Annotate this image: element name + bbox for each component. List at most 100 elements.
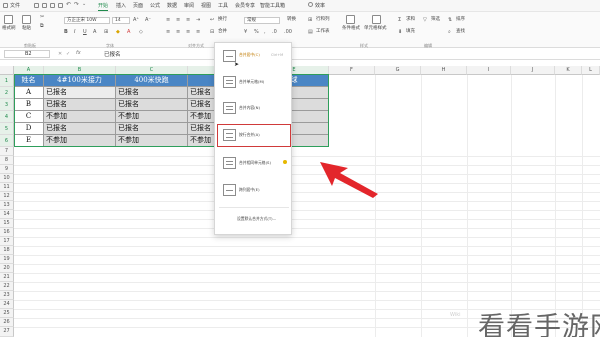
confirm-icon[interactable]: ✓ [66, 51, 70, 57]
col-header-k[interactable]: K [555, 66, 582, 75]
row-header-25[interactable]: 25 [0, 309, 14, 318]
row-header-3[interactable]: 3 [0, 99, 14, 111]
tab-efficiency[interactable]: 效率 [315, 2, 325, 10]
row-header-7[interactable]: 7 [0, 147, 14, 156]
row-header-16[interactable]: 16 [0, 228, 14, 237]
row-header-4[interactable]: 4 [0, 111, 14, 123]
menu-item-merge-cells[interactable]: 合并单元格(M) [217, 72, 291, 92]
align-top-icon[interactable]: ≡ [166, 17, 170, 23]
col-header-i[interactable]: I [467, 66, 511, 75]
merge-button[interactable]: 合并 [218, 29, 227, 35]
wrap-icon[interactable]: ↩ [210, 17, 214, 23]
copy-icon[interactable]: ⧉ [40, 23, 44, 29]
formula-input[interactable]: 已报名 [104, 50, 121, 58]
decimal-inc-icon[interactable]: .0 [272, 29, 277, 35]
italic-icon[interactable]: I [74, 29, 75, 35]
menu-item-merge-content[interactable]: 合并内容(N) [217, 98, 291, 118]
align-bottom-icon[interactable]: ≡ [186, 17, 190, 23]
indent-icon[interactable]: ⇥ [196, 17, 200, 23]
save-icon[interactable] [34, 3, 39, 8]
menu-item-merge-center[interactable]: 合并居中(C) Ctrl+M [217, 47, 291, 65]
menu-item-merge-same[interactable]: 合并相同单元格(S) [217, 153, 291, 173]
row-header-2[interactable]: 2 [0, 87, 14, 99]
sort-icon[interactable]: ⇅ [448, 17, 452, 23]
paste-label[interactable]: 粘贴 [22, 26, 31, 32]
format-painter-label[interactable]: 格式刷 [2, 26, 16, 32]
row-header-6[interactable]: 6 [0, 135, 14, 147]
merge-icon[interactable]: ⊟ [210, 29, 214, 35]
row-header-14[interactable]: 14 [0, 210, 14, 219]
underline-icon[interactable]: U [83, 29, 87, 35]
fill-color-icon[interactable]: ◆ [116, 29, 120, 35]
row-header-22[interactable]: 22 [0, 282, 14, 291]
row-header-26[interactable]: 26 [0, 318, 14, 327]
row-header-9[interactable]: 9 [0, 165, 14, 174]
rows-cols-button[interactable]: 行和列 [316, 17, 330, 23]
rows-cols-icon[interactable]: ⊞ [308, 17, 312, 23]
row-header-13[interactable]: 13 [0, 201, 14, 210]
worksheet-button[interactable]: 工作表 [316, 29, 330, 35]
tab-smart-tools[interactable]: 智能工具箱 [260, 2, 285, 10]
font-name-select[interactable]: 方正正宋 10W [64, 17, 110, 24]
col-header-g[interactable]: G [375, 66, 421, 75]
paste-icon[interactable] [22, 15, 31, 24]
app-menu-icon[interactable] [3, 3, 8, 8]
find-icon[interactable]: ⌕ [448, 29, 451, 35]
col-header-h[interactable]: H [421, 66, 467, 75]
export-icon[interactable] [58, 3, 63, 8]
tab-review[interactable]: 审阅 [184, 2, 194, 10]
font-shrink-icon[interactable]: A⁻ [145, 17, 151, 23]
fx-icon[interactable]: fx [76, 50, 81, 56]
search-icon[interactable] [308, 2, 313, 7]
file-menu[interactable]: 文件 [10, 2, 20, 10]
filter-icon[interactable]: ▽ [423, 17, 427, 23]
font-color-icon[interactable]: A [127, 29, 130, 35]
more-icon[interactable]: ⌄ [82, 1, 86, 7]
row-header-10[interactable]: 10 [0, 174, 14, 183]
currency-icon[interactable]: ¥ [244, 29, 247, 35]
row-header-20[interactable]: 20 [0, 264, 14, 273]
font-size-select[interactable]: 14 [112, 17, 130, 24]
justify-icon[interactable]: ≡ [196, 29, 200, 35]
row-header-11[interactable]: 11 [0, 183, 14, 192]
tab-home[interactable]: 开始 [98, 2, 109, 11]
align-left-icon[interactable]: ≡ [166, 29, 170, 35]
row-header-5[interactable]: 5 [0, 123, 14, 135]
menu-item-default-merge-setting[interactable]: 设置默认合并方式(T)... [217, 212, 291, 226]
percent-icon[interactable]: % [254, 29, 259, 35]
decimal-dec-icon[interactable]: .00 [284, 29, 292, 35]
format-painter-icon[interactable] [4, 15, 13, 24]
sum-icon[interactable]: Σ [398, 17, 401, 23]
print-icon[interactable] [42, 3, 47, 8]
row-header-18[interactable]: 18 [0, 246, 14, 255]
undo-icon[interactable]: ↶ [66, 1, 71, 8]
tab-data[interactable]: 数据 [167, 2, 177, 10]
filter-button[interactable]: 筛选 [431, 17, 440, 23]
col-header-l[interactable]: L [582, 66, 600, 75]
worksheet-icon[interactable]: ▤ [308, 29, 313, 35]
row-header-27[interactable]: 27 [0, 327, 14, 337]
tab-member[interactable]: 会员专享 [235, 2, 255, 10]
preview-icon[interactable] [50, 3, 55, 8]
align-center-icon[interactable]: ≡ [176, 29, 180, 35]
row-header-8[interactable]: 8 [0, 156, 14, 165]
number-format-select[interactable]: 常规 [244, 17, 280, 24]
menu-item-center-across[interactable]: 跨列居中(E) [217, 180, 291, 200]
row-header-17[interactable]: 17 [0, 237, 14, 246]
sum-button[interactable]: 求和 [406, 17, 415, 23]
font-grow-icon[interactable]: A⁺ [133, 17, 139, 23]
col-header-j[interactable]: J [511, 66, 555, 75]
align-middle-icon[interactable]: ≡ [176, 17, 180, 23]
row-header-15[interactable]: 15 [0, 219, 14, 228]
convert-button[interactable]: 转换 [287, 17, 296, 23]
row-header-23[interactable]: 23 [0, 291, 14, 300]
bold-icon[interactable]: B [64, 29, 68, 35]
cell-style-button[interactable]: 单元格样式 [364, 26, 387, 32]
cell-style-icon[interactable] [372, 15, 381, 24]
find-button[interactable]: 查找 [456, 29, 465, 35]
cancel-icon[interactable]: ✕ [58, 51, 62, 57]
thousands-icon[interactable]: , [264, 29, 266, 35]
tab-view[interactable]: 视图 [201, 2, 211, 10]
row-header-12[interactable]: 12 [0, 192, 14, 201]
col-header-f[interactable]: F [329, 66, 375, 75]
